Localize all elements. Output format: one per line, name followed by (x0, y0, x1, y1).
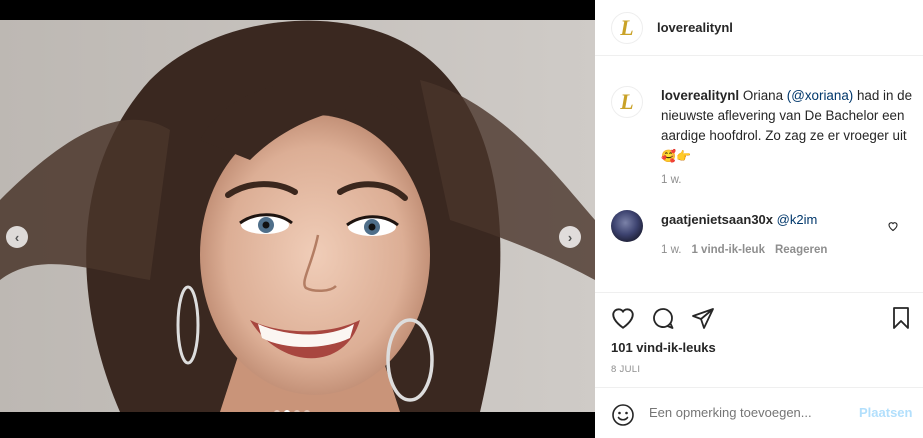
caption-text: loverealitynl Oriana (@xoriana) had in d… (661, 86, 915, 166)
post-author-username[interactable]: loverealitynl (657, 20, 733, 35)
caption-username[interactable]: loverealitynl (661, 88, 739, 103)
emoji-smiley-icon[interactable] (611, 403, 635, 427)
carousel-dot (294, 410, 300, 412)
likes-count[interactable]: 101 vind-ik-leuks (611, 340, 716, 355)
comment-username[interactable]: gaatjenietsaan30x (661, 212, 773, 227)
caption-avatar[interactable]: L (611, 86, 643, 118)
comment-like-count[interactable]: 1 vind-ik-leuk (691, 244, 765, 256)
logo-letter: L (620, 14, 634, 40)
like-heart-icon[interactable] (610, 306, 636, 330)
post-header: L loverealitynl (595, 0, 923, 56)
portrait-illustration (0, 20, 595, 412)
carousel-indicator (274, 410, 310, 412)
post-modal: ‹ › L loverealitynl L loverealitynl Oria… (0, 0, 923, 438)
comment-input[interactable] (649, 405, 849, 420)
logo-letter: L (620, 89, 634, 114)
add-comment-bar: Plaatsen (595, 387, 923, 438)
post-actions: 101 vind-ik-leuks 8 JULI (595, 292, 923, 387)
comment-time[interactable]: 1 w. (661, 244, 681, 256)
comment-reply-button[interactable]: Reageren (775, 244, 827, 256)
post-date[interactable]: 8 JULI (611, 364, 640, 375)
avatar[interactable]: L (611, 11, 643, 44)
comment-text: gaatjenietsaan30x @k2im (661, 212, 817, 227)
emoji-icons: 🥰👉 (661, 149, 691, 163)
comment-meta: 1 w. 1 vind-ik-leuk Reageren (661, 244, 827, 256)
post-image: ‹ › (0, 20, 595, 412)
caption-mention-link[interactable]: (@xoriana) (787, 88, 853, 103)
comment-bubble-icon[interactable] (651, 306, 675, 330)
carousel-dot-active (284, 410, 290, 412)
carousel-prev-button[interactable]: ‹ (6, 226, 28, 248)
comment-like-heart-icon[interactable] (887, 220, 899, 232)
post-side-panel: L loverealitynl L loverealitynl Oriana (… (595, 0, 923, 438)
carousel-dot (274, 410, 280, 412)
post-comment-button[interactable]: Plaatsen (859, 405, 912, 420)
share-send-icon[interactable] (691, 306, 715, 330)
comment-mention-link[interactable]: @k2im (777, 212, 818, 227)
comments-section: L loverealitynl Oriana (@xoriana) had in… (595, 64, 923, 292)
carousel-dot (304, 410, 310, 412)
carousel-next-button[interactable]: › (559, 226, 581, 248)
caption-text-before: Oriana (739, 88, 787, 103)
save-bookmark-icon[interactable] (890, 306, 912, 330)
commenter-avatar[interactable] (611, 210, 643, 242)
caption-time[interactable]: 1 w. (661, 174, 681, 186)
